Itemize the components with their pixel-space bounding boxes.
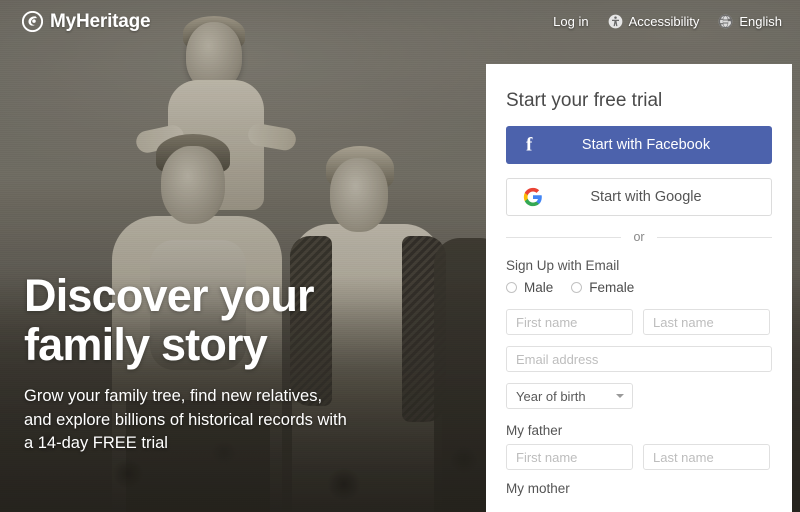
divider-label: or [633,230,645,244]
divider-rule-right [656,236,772,238]
year-of-birth-value: Year of birth [516,388,586,404]
globe-icon [718,14,733,29]
gender-female-label: Female [589,280,635,295]
gender-radio-male[interactable]: Male [506,280,553,295]
start-with-facebook-button[interactable]: f Start with Facebook [506,126,772,164]
gender-radio-group: Male Female [506,280,772,295]
landing-page: MyHeritage Log in Accessibility English … [0,0,800,512]
accessibility-link[interactable]: Accessibility [608,14,700,29]
site-header: MyHeritage Log in Accessibility English [0,0,800,52]
hero-copy: Discover your family story Grow your fam… [24,270,464,455]
header-nav: Log in Accessibility English [553,14,782,29]
name-field-row: First name Last name [506,309,772,335]
language-label: English [739,14,782,29]
email-field-row: Email address [506,346,772,372]
login-label: Log in [553,14,589,29]
accessibility-label: Accessibility [628,14,700,29]
accessibility-person-icon [608,14,623,29]
divider-rule-left [506,236,622,238]
page-title: Discover your family story [24,270,464,370]
radio-circle-icon [571,282,583,293]
hero-title-line-1: Discover your [24,270,315,321]
language-selector[interactable]: English [718,14,782,29]
signup-panel-title: Start your free trial [506,90,663,111]
father-last-name-input[interactable]: Last name [643,444,770,470]
hero-subtitle-line-3: a 14-day FREE trial [24,434,168,453]
facebook-f-icon: f [526,134,533,156]
start-with-google-button[interactable]: Start with Google [506,178,772,216]
hero-subtitle: Grow your family tree, find new relative… [24,385,464,455]
father-label: My father [506,423,563,438]
mother-label: My mother [506,481,570,496]
chevron-down-icon [616,394,624,398]
or-divider: or [506,230,772,244]
first-name-input[interactable]: First name [506,309,633,335]
hero-subtitle-line-1: Grow your family tree, find new relative… [24,387,323,406]
father-first-name-input[interactable]: First name [506,444,633,470]
radio-circle-icon [506,282,517,293]
myheritage-circle-leaf-icon [22,11,43,32]
google-g-icon [523,187,543,207]
email-input[interactable]: Email address [506,346,772,372]
hero-title-line-2: family story [24,318,268,370]
login-link[interactable]: Log in [553,14,588,29]
google-button-label: Start with Google [590,189,702,205]
signup-panel: Start your free trial f Start with Faceb… [486,64,792,512]
gender-male-label: Male [524,280,554,295]
facebook-button-label: Start with Facebook [581,137,711,153]
year-of-birth-select[interactable]: Year of birth [506,383,633,409]
brand-name: MyHeritage [50,11,151,32]
brand-logo[interactable]: MyHeritage [22,11,151,32]
hero-subtitle-line-2: and explore billions of historical recor… [24,410,347,429]
email-signup-label: Sign Up with Email [506,258,620,273]
last-name-input[interactable]: Last name [643,309,770,335]
gender-radio-female[interactable]: Female [571,280,634,295]
father-name-row: First name Last name [506,444,772,470]
father-section: My father First name Last name [506,423,772,470]
mother-section: My mother [506,481,772,496]
